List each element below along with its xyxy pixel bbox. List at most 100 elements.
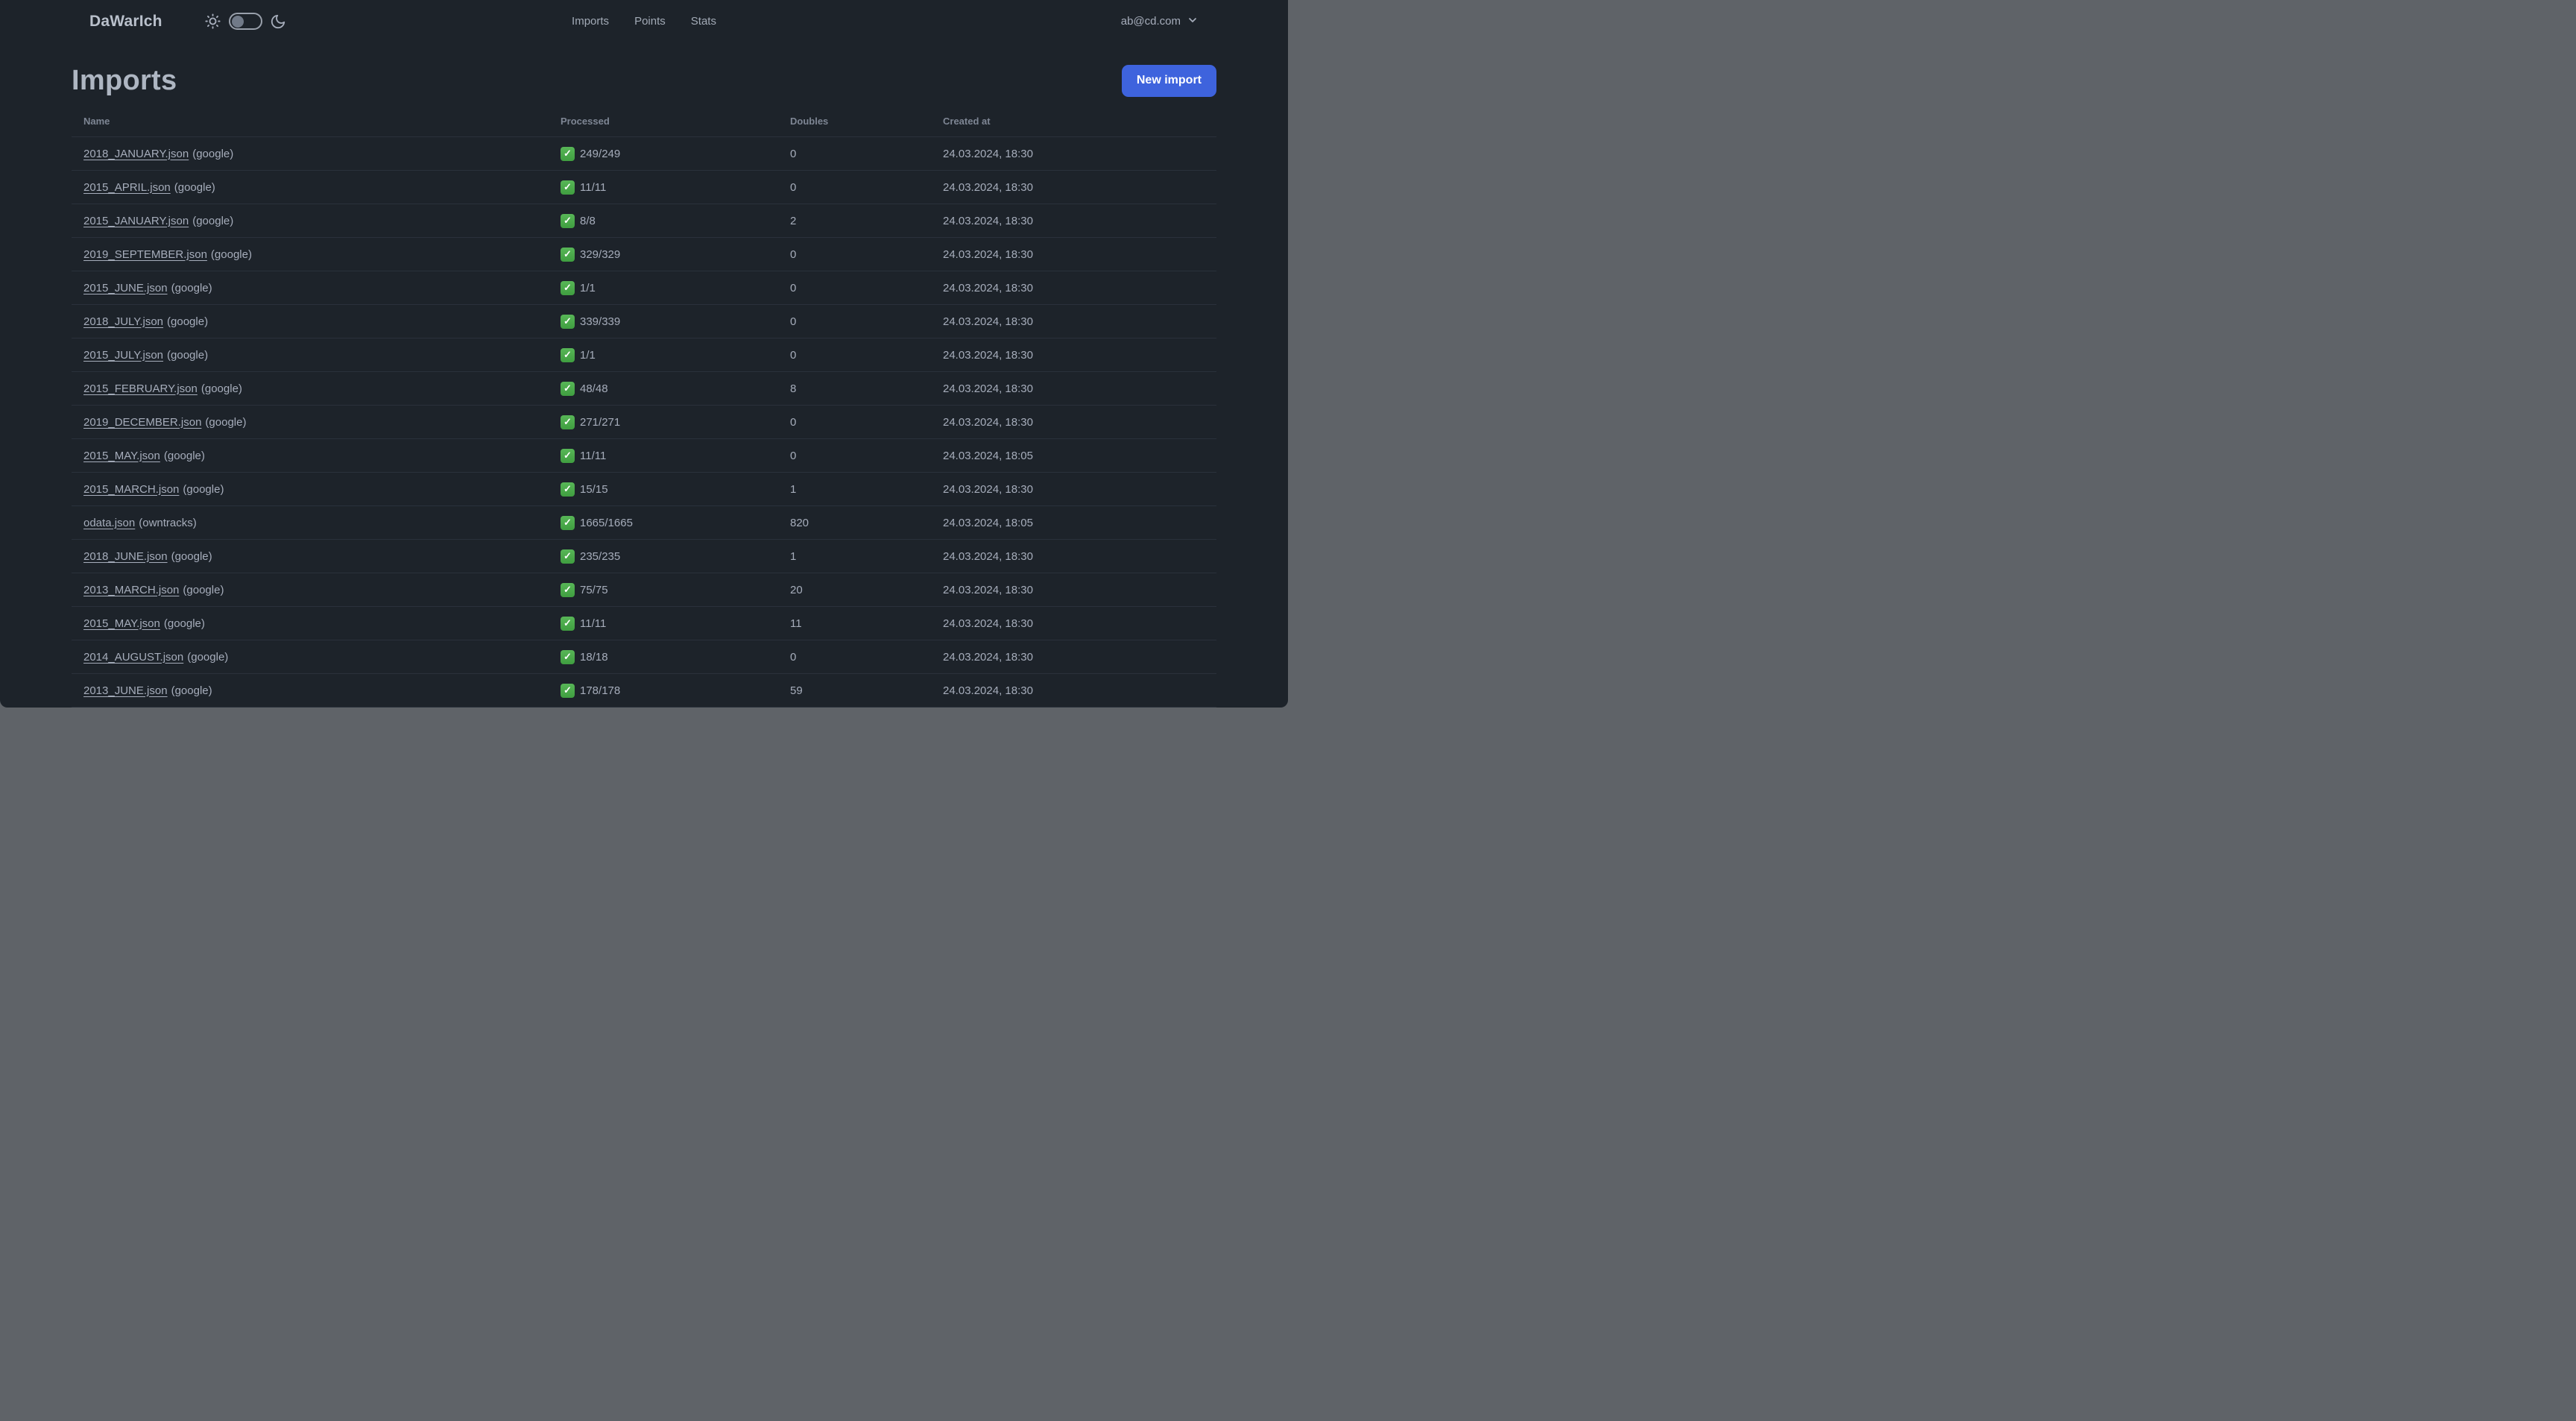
import-file-link[interactable]: 2015_APRIL.json bbox=[83, 181, 171, 194]
import-source-label: (google) bbox=[174, 180, 215, 194]
created-at-cell: 24.03.2024, 18:30 bbox=[943, 573, 1216, 607]
name-cell: 2018_JULY.json (google) bbox=[72, 304, 561, 338]
import-file-link[interactable]: 2015_MAY.json bbox=[83, 617, 160, 630]
processed-cell: ✓ 235/235 bbox=[561, 539, 790, 573]
table-row: 2013_MARCH.json (google) ✓ 75/75 20 24.03… bbox=[72, 573, 1216, 607]
new-import-button[interactable]: New import bbox=[1121, 64, 1216, 97]
doubles-cell: 0 bbox=[790, 438, 943, 473]
theme-switch[interactable] bbox=[228, 13, 262, 30]
processed-cell: ✓ 48/48 bbox=[561, 371, 790, 406]
table-row: 2013_JUNE.json (google) ✓ 178/178 59 24.0… bbox=[72, 673, 1216, 708]
nav-item[interactable]: Imports bbox=[572, 15, 609, 28]
doubles-cell: 0 bbox=[790, 640, 943, 674]
success-check-icon: ✓ bbox=[561, 415, 575, 429]
table-row: 2015_MARCH.json (google) ✓ 15/15 1 24.03.… bbox=[72, 472, 1216, 506]
doubles-cell: 20 bbox=[790, 573, 943, 607]
doubles-cell: 1 bbox=[790, 539, 943, 573]
processed-count: 75/75 bbox=[580, 583, 608, 596]
name-cell: 2018_JANUARY.json (google) bbox=[72, 136, 561, 171]
import-file-link[interactable]: odata.json bbox=[83, 517, 135, 529]
chevron-down-icon bbox=[1187, 14, 1199, 29]
table-row: 2014_AUGUST.json (google) ✓ 18/18 0 24.03… bbox=[72, 640, 1216, 674]
import-source-label: (google) bbox=[171, 549, 212, 563]
success-check-icon: ✓ bbox=[561, 247, 575, 262]
import-file-link[interactable]: 2014_AUGUST.json bbox=[83, 651, 183, 664]
doubles-cell: 0 bbox=[790, 170, 943, 204]
header-left: DaWarIch bbox=[89, 13, 286, 31]
import-file-link[interactable]: 2018_JULY.json bbox=[83, 315, 163, 328]
theme-toggle[interactable] bbox=[204, 13, 286, 30]
import-source-label: (google) bbox=[205, 415, 247, 429]
processed-cell: ✓ 1665/1665 bbox=[561, 505, 790, 540]
import-file-link[interactable]: 2018_JANUARY.json bbox=[83, 148, 189, 160]
processed-count: 1/1 bbox=[580, 281, 596, 294]
processed-cell: ✓ 75/75 bbox=[561, 573, 790, 607]
created-at-cell: 24.03.2024, 18:30 bbox=[943, 472, 1216, 506]
created-at-cell: 24.03.2024, 18:30 bbox=[943, 405, 1216, 439]
import-file-link[interactable]: 2019_DECEMBER.json bbox=[83, 416, 201, 429]
success-check-icon: ✓ bbox=[561, 347, 575, 362]
created-at-cell: 24.03.2024, 18:30 bbox=[943, 136, 1216, 171]
created-at-cell: 24.03.2024, 18:30 bbox=[943, 204, 1216, 238]
table-header-row: Name Processed Doubles Created at bbox=[72, 108, 1216, 137]
success-check-icon: ✓ bbox=[561, 213, 575, 228]
import-file-link[interactable]: 2015_JULY.json bbox=[83, 349, 163, 362]
doubles-cell: 0 bbox=[790, 405, 943, 439]
import-file-link[interactable]: 2015_FEBRUARY.json bbox=[83, 382, 198, 395]
processed-count: 1/1 bbox=[580, 348, 596, 362]
page-header: Imports New import bbox=[72, 57, 1216, 104]
import-file-link[interactable]: 2015_MAY.json bbox=[83, 450, 160, 462]
processed-cell: ✓ 339/339 bbox=[561, 304, 790, 338]
table-row: 2019_SEPTEMBER.json (google) ✓ 329/329 0 … bbox=[72, 237, 1216, 271]
success-check-icon: ✓ bbox=[561, 180, 575, 195]
processed-cell: ✓ 249/249 bbox=[561, 136, 790, 171]
imports-page: Imports New import Name Processed Double… bbox=[0, 57, 1288, 708]
created-at-cell: 24.03.2024, 18:05 bbox=[943, 438, 1216, 473]
import-source-label: (google) bbox=[171, 684, 212, 697]
import-source-label: (google) bbox=[167, 348, 209, 362]
processed-count: 18/18 bbox=[580, 650, 608, 664]
account-email: ab@cd.com bbox=[1120, 15, 1181, 28]
column-header-doubles: Doubles bbox=[790, 108, 943, 137]
processed-count: 15/15 bbox=[580, 482, 608, 496]
processed-count: 271/271 bbox=[580, 415, 621, 429]
nav-item[interactable]: Stats bbox=[691, 15, 716, 28]
success-check-icon: ✓ bbox=[561, 649, 575, 664]
import-source-label: (owntracks) bbox=[139, 516, 197, 529]
import-file-link[interactable]: 2018_JUNE.json bbox=[83, 550, 168, 563]
processed-count: 249/249 bbox=[580, 147, 621, 160]
created-at-cell: 24.03.2024, 18:30 bbox=[943, 271, 1216, 305]
created-at-cell: 24.03.2024, 18:30 bbox=[943, 237, 1216, 271]
import-source-label: (google) bbox=[171, 281, 212, 294]
import-file-link[interactable]: 2015_MARCH.json bbox=[83, 483, 179, 496]
page-title: Imports bbox=[72, 64, 177, 96]
import-source-label: (google) bbox=[201, 382, 242, 395]
import-source-label: (google) bbox=[192, 147, 234, 160]
created-at-cell: 24.03.2024, 18:05 bbox=[943, 505, 1216, 540]
created-at-cell: 24.03.2024, 18:30 bbox=[943, 304, 1216, 338]
success-check-icon: ✓ bbox=[561, 515, 575, 530]
name-cell: 2015_FEBRUARY.json (google) bbox=[72, 371, 561, 406]
import-file-link[interactable]: 2019_SEPTEMBER.json bbox=[83, 248, 207, 261]
import-file-link[interactable]: 2015_JANUARY.json bbox=[83, 215, 189, 227]
name-cell: 2015_JUNE.json (google) bbox=[72, 271, 561, 305]
import-file-link[interactable]: 2013_JUNE.json bbox=[83, 684, 168, 697]
import-file-link[interactable]: 2013_MARCH.json bbox=[83, 584, 179, 596]
account-menu-button[interactable]: ab@cd.com bbox=[1121, 14, 1199, 29]
nav-item[interactable]: Points bbox=[634, 15, 666, 28]
name-cell: 2019_SEPTEMBER.json (google) bbox=[72, 237, 561, 271]
doubles-cell: 59 bbox=[790, 673, 943, 708]
table-row: 2015_MAY.json (google) ✓ 11/11 11 24.03.2… bbox=[72, 606, 1216, 640]
table-row: 2015_JULY.json (google) ✓ 1/1 0 24.03.202… bbox=[72, 338, 1216, 372]
name-cell: 2014_AUGUST.json (google) bbox=[72, 640, 561, 674]
import-file-link[interactable]: 2015_JUNE.json bbox=[83, 282, 168, 294]
processed-cell: ✓ 8/8 bbox=[561, 204, 790, 238]
app-logo[interactable]: DaWarIch bbox=[89, 13, 162, 31]
processed-cell: ✓ 11/11 bbox=[561, 170, 790, 204]
created-at-cell: 24.03.2024, 18:30 bbox=[943, 371, 1216, 406]
table-row: 2018_JANUARY.json (google) ✓ 249/249 0 24… bbox=[72, 136, 1216, 171]
import-source-label: (google) bbox=[210, 248, 252, 261]
name-cell: odata.json (owntracks) bbox=[72, 505, 561, 540]
success-check-icon: ✓ bbox=[561, 314, 575, 329]
processed-count: 1665/1665 bbox=[580, 516, 633, 529]
